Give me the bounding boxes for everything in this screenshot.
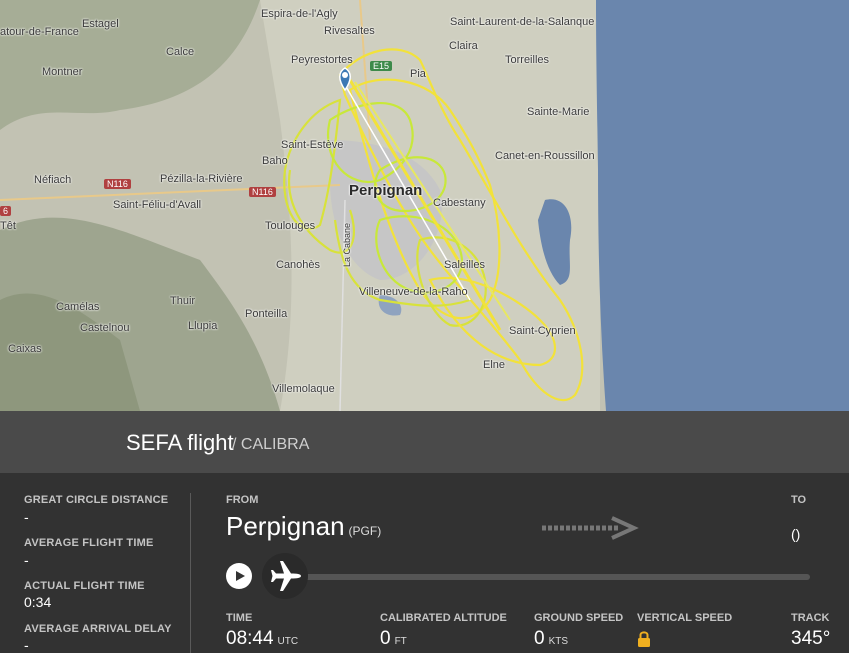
map-label: Toulouges xyxy=(265,220,316,232)
map-label: Ponteilla xyxy=(245,308,288,320)
map-label: Claira xyxy=(449,40,478,52)
airplane-icon xyxy=(271,561,301,591)
panel-divider xyxy=(190,493,191,653)
road-shield: N116 xyxy=(104,179,131,189)
map-label: Elne xyxy=(483,359,506,371)
vertical-speed-label: VERTICAL SPEED xyxy=(637,612,733,624)
avg-flight-time-value: - xyxy=(24,552,29,568)
from-city-name: Perpignan xyxy=(226,511,345,541)
great-circle-label: GREAT CIRCLE DISTANCE xyxy=(24,494,169,506)
map-label: Calce xyxy=(166,46,195,58)
actual-flight-time-label: ACTUAL FLIGHT TIME xyxy=(24,580,145,592)
track-label: TRACK xyxy=(791,612,830,624)
to-label: TO xyxy=(791,494,807,506)
playback-track[interactable] xyxy=(300,574,810,580)
map-label: Peyrestortes xyxy=(291,54,353,66)
lock-icon[interactable] xyxy=(637,630,651,648)
road-shield: E15 xyxy=(370,61,393,71)
from-code: (PGF) xyxy=(348,524,382,538)
map-label: Néfiach xyxy=(34,174,72,186)
altitude-unit: FT xyxy=(394,636,407,647)
ground-speed-label: GROUND SPEED xyxy=(534,612,624,624)
playback-knob[interactable] xyxy=(262,553,308,599)
map-label: La Cabane xyxy=(342,222,353,268)
flight-subtitle: / CALIBRA xyxy=(232,436,310,453)
altitude-value: 0 xyxy=(380,628,391,649)
time-readout: 08:44 UTC xyxy=(226,628,298,650)
flight-title: SEFA flight xyxy=(126,430,234,455)
map-label: Caixas xyxy=(8,343,42,355)
map-label: Baho xyxy=(262,155,288,167)
map-label: Canet-en-Roussillon xyxy=(495,150,595,162)
ground-speed-value: 0 xyxy=(534,628,545,649)
flight-details-panel: GREAT CIRCLE DISTANCE - AVERAGE FLIGHT T… xyxy=(0,473,849,653)
map-label: Saint-Laurent-de-la-Salanque xyxy=(450,16,595,28)
altitude-label: CALIBRATED ALTITUDE xyxy=(380,612,507,624)
altitude-readout: 0 FT xyxy=(380,628,407,650)
map-label: Villemolaque xyxy=(272,383,335,395)
map-label: Montner xyxy=(42,66,83,78)
time-unit: UTC xyxy=(277,636,299,647)
avg-arrival-delay-value: - xyxy=(24,637,29,653)
from-label: FROM xyxy=(226,494,259,506)
map-label: Castelnou xyxy=(80,322,130,334)
great-circle-value: - xyxy=(24,509,29,525)
from-city[interactable]: Perpignan (PGF) xyxy=(226,511,381,542)
route-arrow-icon xyxy=(542,516,639,540)
track-value: 345° xyxy=(791,628,831,649)
map-label: Llupia xyxy=(188,320,218,332)
avg-flight-time-label: AVERAGE FLIGHT TIME xyxy=(24,537,154,549)
map-label: Saint-Cyprien xyxy=(509,325,576,337)
flight-title-bar: SEFA flight / CALIBRA xyxy=(0,411,849,473)
actual-flight-time-value: 0:34 xyxy=(24,594,52,610)
map-label: Pia xyxy=(410,68,426,80)
map-label: Camélas xyxy=(56,301,100,313)
road-shield: N116 xyxy=(249,187,276,197)
map-label: atour-de-France xyxy=(0,26,79,38)
map-label: Thuir xyxy=(170,295,196,307)
map-label: Canohès xyxy=(276,259,321,271)
play-button[interactable] xyxy=(226,563,252,589)
map-label: Cabestany xyxy=(433,197,486,209)
map-label: Têt xyxy=(0,220,16,232)
map-label: Saleilles xyxy=(444,259,485,271)
avg-arrival-delay-label: AVERAGE ARRIVAL DELAY xyxy=(24,623,172,635)
time-value: 08:44 xyxy=(226,628,274,649)
map-label: Espira-de-l'Agly xyxy=(261,8,338,20)
map-label: Pézilla-la-Rivière xyxy=(160,173,243,185)
map-label: Sainte-Marie xyxy=(527,106,590,118)
map-label: Rivesaltes xyxy=(324,25,375,37)
road-shield: 6 xyxy=(0,206,12,216)
map-label: Torreilles xyxy=(505,54,550,66)
ground-speed-unit: KTS xyxy=(548,636,569,647)
time-label: TIME xyxy=(226,612,253,624)
to-value: () xyxy=(791,526,801,542)
map-label-city: Perpignan xyxy=(349,182,423,199)
map-label: Saint-Féliu-d'Avall xyxy=(113,199,202,211)
map-label: Estagel xyxy=(82,18,119,30)
ground-speed-readout: 0 KTS xyxy=(534,628,568,650)
map-label: Villeneuve-de-la-Raho xyxy=(359,286,468,298)
map-label: Saint-Estève xyxy=(281,139,344,151)
flight-map[interactable]: Estagel Espira-de-l'Agly Saint-Laurent-d… xyxy=(0,0,849,411)
